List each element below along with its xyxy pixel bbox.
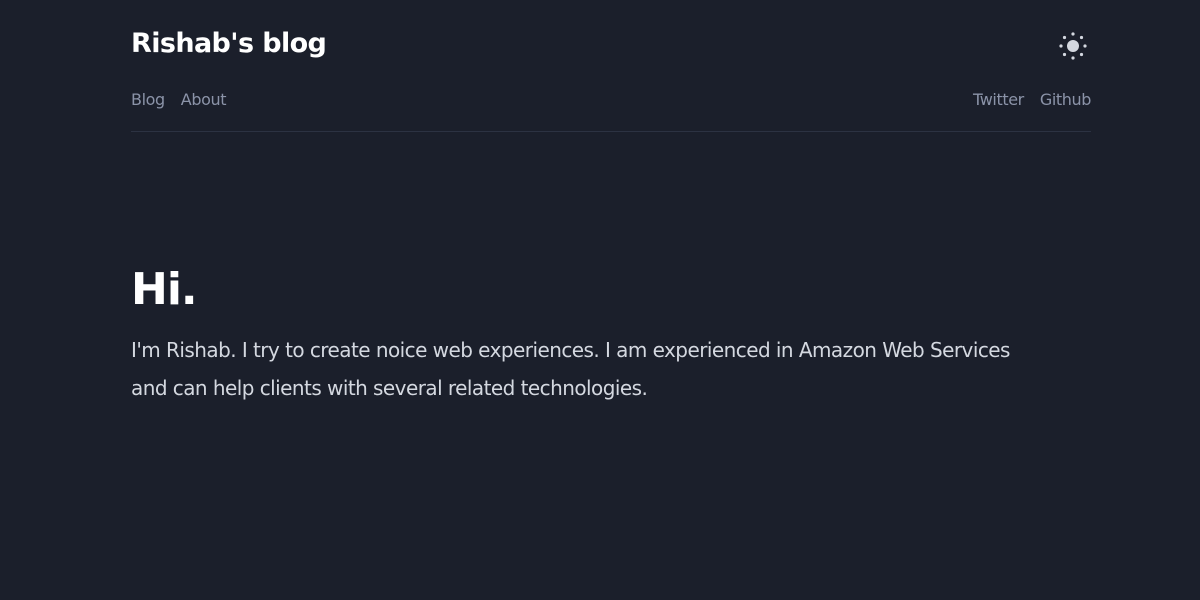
nav-link-github[interactable]: Github [1040, 90, 1092, 109]
nav-right-group: Twitter Github [973, 90, 1091, 109]
main-nav: Blog About Twitter Github [131, 90, 1091, 114]
nav-link-blog[interactable]: Blog [131, 90, 165, 109]
header-divider [131, 131, 1091, 132]
nav-link-twitter[interactable]: Twitter [973, 90, 1024, 109]
hero-intro-text: I'm Rishab. I try to create noice web ex… [131, 338, 1010, 400]
nav-left-group: Blog About [131, 90, 226, 109]
hero-heading: Hi. [131, 264, 198, 315]
theme-toggle-button[interactable] [1057, 30, 1089, 62]
sun-icon [1059, 32, 1087, 60]
nav-link-about[interactable]: About [181, 90, 227, 109]
header-top-row: Rishab's blog [131, 26, 1091, 66]
site-title[interactable]: Rishab's blog [131, 28, 327, 59]
